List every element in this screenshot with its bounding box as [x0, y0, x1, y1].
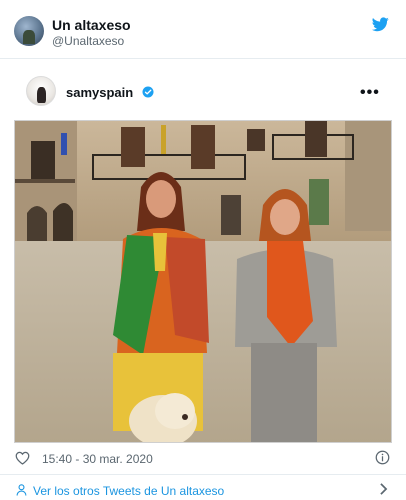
twitter-bird-icon[interactable] [372, 17, 389, 32]
photo-illustration [15, 121, 391, 442]
divider [0, 58, 406, 59]
embedded-tweet-card: Un altaxeso @Unaltaxeso samyspain ••• 15… [0, 0, 406, 500]
verified-badge-icon [142, 86, 154, 98]
info-icon[interactable] [375, 450, 390, 465]
post-author-name[interactable]: samyspain [66, 85, 133, 100]
more-tweets-link[interactable]: Ver los otros Tweets de Un altaxeso [33, 484, 224, 498]
tweet-timestamp[interactable]: 15:40 - 30 mar. 2020 [42, 452, 153, 466]
more-options-button[interactable]: ••• [360, 84, 380, 102]
author-avatar[interactable] [14, 16, 44, 46]
author-name[interactable]: Un altaxeso [52, 17, 131, 33]
divider [0, 474, 406, 475]
post-author-avatar[interactable] [26, 76, 56, 106]
user-icon [16, 484, 27, 496]
chevron-right-icon[interactable] [379, 483, 388, 495]
author-handle[interactable]: @Unaltaxeso [52, 34, 124, 48]
tweet-header: Un altaxeso @Unaltaxeso [0, 0, 406, 52]
tweet-photo[interactable] [14, 120, 392, 443]
heart-icon[interactable] [15, 451, 30, 465]
